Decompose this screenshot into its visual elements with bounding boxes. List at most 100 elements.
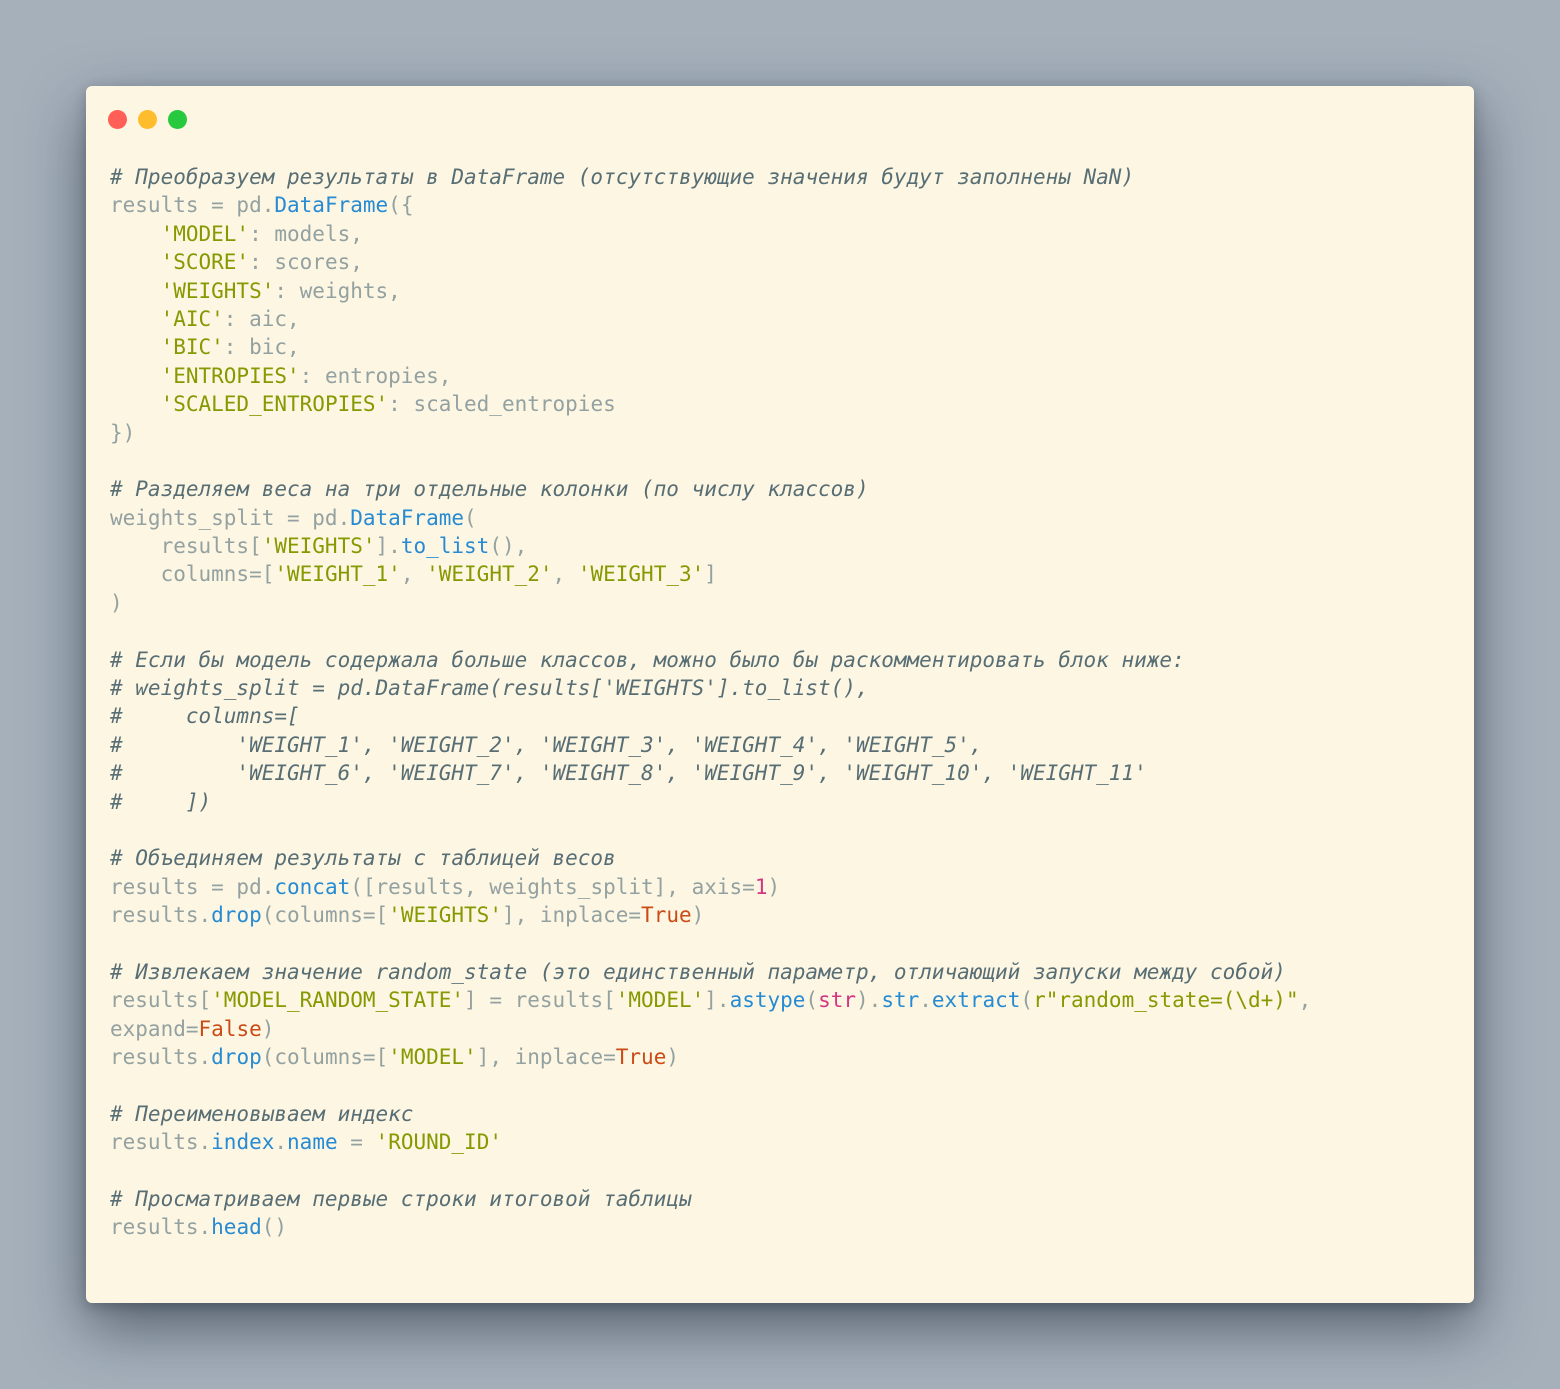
code-comment: # Объединяем результаты с таблицей весов bbox=[110, 846, 616, 871]
code-keyword: False bbox=[198, 1016, 262, 1041]
code-text: : scaled_entropies bbox=[388, 392, 616, 417]
code-line: # Просматриваем первые строки итоговой т… bbox=[110, 1185, 1454, 1213]
maximize-button[interactable] bbox=[168, 110, 187, 129]
code-text: ]. bbox=[375, 534, 401, 559]
code-comment: # Если бы модель содержала больше классо… bbox=[110, 647, 1185, 672]
code-text: ( bbox=[805, 988, 819, 1013]
code-text: ) bbox=[691, 903, 705, 928]
code-text: ], inplace= bbox=[501, 903, 642, 928]
code-line: # Объединяем результаты с таблицей весов bbox=[110, 844, 1454, 872]
code-line: 'WEIGHTS': weights, bbox=[110, 277, 1454, 305]
code-string: 'WEIGHT_1' bbox=[274, 562, 401, 587]
code-text: : weights, bbox=[274, 278, 401, 303]
code-text: ) bbox=[666, 1045, 679, 1070]
code-text: : aic, bbox=[223, 306, 300, 331]
code-text: expand= bbox=[110, 1016, 199, 1041]
code-text: ([results, weights_split], axis= bbox=[350, 874, 755, 899]
code-string: 'ENTROPIES' bbox=[160, 363, 300, 388]
code-string: 'MODEL' bbox=[615, 988, 705, 1013]
code-comment: # columns=[ bbox=[110, 704, 300, 729]
code-function: extract bbox=[931, 988, 1021, 1013]
code-function: index bbox=[211, 1130, 275, 1155]
code-line: results.head() bbox=[110, 1213, 1454, 1241]
code-text: results = pd. bbox=[110, 874, 275, 899]
code-line: results = pd.DataFrame({ bbox=[110, 191, 1454, 219]
code-line: columns=['WEIGHT_1', 'WEIGHT_2', 'WEIGHT… bbox=[110, 560, 1454, 588]
code-text: ] = results[ bbox=[464, 988, 616, 1013]
code-function: astype bbox=[729, 988, 806, 1013]
code-keyword: True bbox=[615, 1045, 667, 1070]
code-text: weights_split = pd. bbox=[110, 505, 351, 530]
code-line: ) bbox=[110, 589, 1454, 617]
code-text: . bbox=[919, 988, 932, 1013]
code-function: drop bbox=[211, 903, 262, 928]
code-line: # 'WEIGHT_1', 'WEIGHT_2', 'WEIGHT_3', 'W… bbox=[110, 731, 1454, 759]
code-string: 'WEIGHTS' bbox=[160, 278, 275, 303]
code-string: 'SCORE' bbox=[160, 250, 250, 275]
code-line: # Разделяем веса на три отдельные колонк… bbox=[110, 475, 1454, 503]
code-line: # ]) bbox=[110, 788, 1454, 816]
code-function: concat bbox=[274, 874, 351, 899]
code-string: 'WEIGHTS' bbox=[261, 534, 376, 559]
code-text: results[ bbox=[110, 534, 262, 559]
code-text: ( bbox=[1020, 988, 1034, 1013]
code-string: r"random_state=(\d+)" bbox=[1033, 988, 1299, 1013]
code-block: # Преобразуем результаты в DataFrame (от… bbox=[110, 163, 1454, 1242]
code-comment: # Преобразуем результаты в DataFrame (от… bbox=[110, 165, 1135, 189]
code-line: # 'WEIGHT_6', 'WEIGHT_7', 'WEIGHT_8', 'W… bbox=[110, 759, 1454, 787]
code-line: # columns=[ bbox=[110, 702, 1454, 730]
code-text: = bbox=[337, 1130, 376, 1155]
code-text: (), bbox=[489, 534, 528, 559]
close-button[interactable] bbox=[108, 110, 127, 129]
code-comment: # 'WEIGHT_6', 'WEIGHT_7', 'WEIGHT_8', 'W… bbox=[110, 761, 1147, 786]
minimize-button[interactable] bbox=[138, 110, 157, 129]
code-text: columns=[ bbox=[110, 562, 275, 587]
code-text: ] bbox=[704, 562, 717, 587]
code-text: (columns=[ bbox=[261, 1045, 389, 1070]
code-text: results. bbox=[110, 1045, 212, 1070]
code-line: results.drop(columns=['WEIGHTS'], inplac… bbox=[110, 901, 1454, 929]
code-text: ( bbox=[464, 505, 477, 530]
code-line: weights_split = pd.DataFrame( bbox=[110, 504, 1454, 532]
code-string: 'WEIGHTS' bbox=[388, 903, 502, 928]
code-line: results.drop(columns=['MODEL'], inplace=… bbox=[110, 1043, 1454, 1071]
code-line: # Преобразуем результаты в DataFrame (от… bbox=[110, 163, 1454, 191]
code-text: : bic, bbox=[223, 335, 300, 360]
window-controls bbox=[108, 110, 187, 129]
code-function: DataFrame bbox=[274, 193, 389, 218]
code-text: : scores, bbox=[249, 250, 363, 275]
code-text: ({ bbox=[388, 193, 414, 218]
code-text: , bbox=[400, 562, 427, 587]
code-text: ) bbox=[767, 874, 781, 899]
code-text: : models, bbox=[249, 221, 363, 246]
code-text: results. bbox=[110, 1215, 212, 1240]
code-line: results['MODEL_RANDOM_STATE'] = results[… bbox=[110, 986, 1454, 1014]
code-line: 'MODEL': models, bbox=[110, 220, 1454, 248]
code-line: 'AIC': aic, bbox=[110, 305, 1454, 333]
code-line: # Переименовываем индекс bbox=[110, 1100, 1454, 1128]
code-function: to_list bbox=[400, 534, 490, 559]
code-line: expand=False) bbox=[110, 1015, 1454, 1043]
code-text: . bbox=[274, 1130, 288, 1155]
code-comment: # Просматриваем первые строки итоговой т… bbox=[110, 1187, 692, 1212]
code-text: (columns=[ bbox=[261, 903, 389, 928]
code-number: 1 bbox=[754, 874, 768, 899]
code-comment: # 'WEIGHT_1', 'WEIGHT_2', 'WEIGHT_3', 'W… bbox=[110, 732, 983, 757]
code-line: 'BIC': bic, bbox=[110, 333, 1454, 361]
code-line: # Извлекаем значение random_state (это е… bbox=[110, 958, 1454, 986]
code-line: results.index.name = 'ROUND_ID' bbox=[110, 1128, 1454, 1156]
code-line: }) bbox=[110, 419, 1454, 447]
code-text: results. bbox=[110, 1130, 212, 1155]
code-comment: # ]) bbox=[110, 789, 212, 814]
code-line: 'SCORE': scores, bbox=[110, 248, 1454, 276]
code-comment: # Переименовываем индекс bbox=[110, 1101, 414, 1126]
code-text: () bbox=[261, 1215, 288, 1240]
code-line: 'ENTROPIES': entropies, bbox=[110, 362, 1454, 390]
